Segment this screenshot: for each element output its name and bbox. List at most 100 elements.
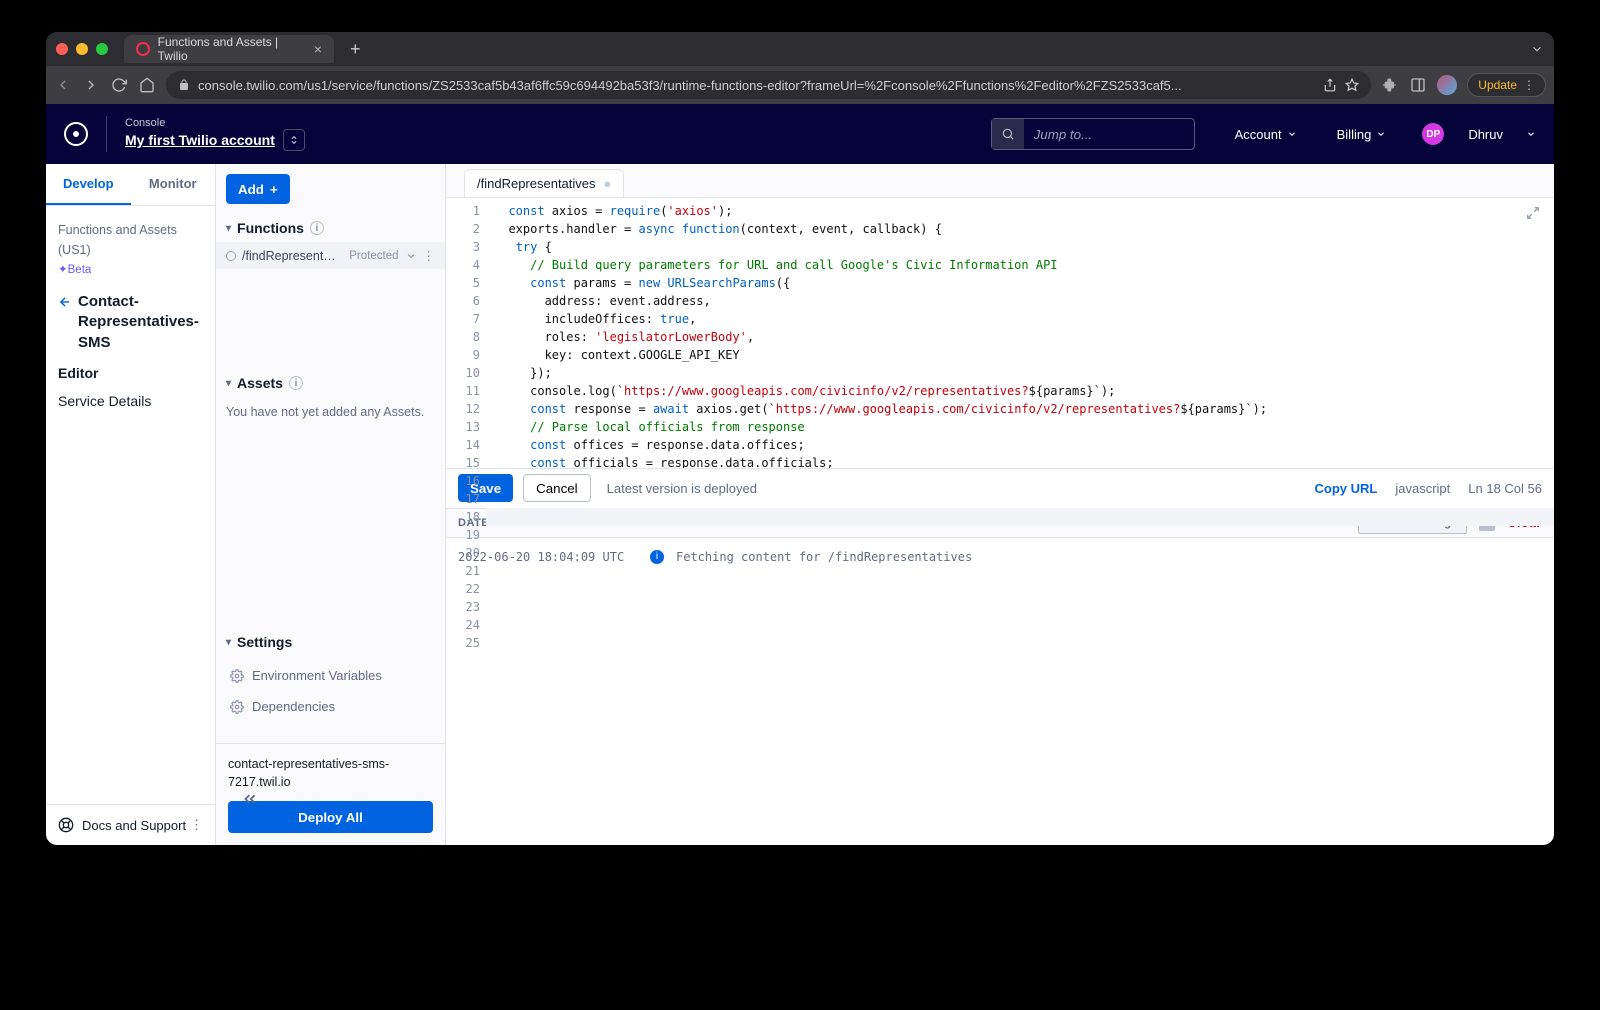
account-menu[interactable]: Account: [1235, 127, 1297, 142]
nav-forward-icon[interactable]: [82, 76, 100, 94]
nav-item-service-details[interactable]: Service Details: [58, 393, 203, 409]
browser-menu-icon[interactable]: ⋮: [1523, 78, 1535, 92]
update-label: Update: [1478, 78, 1517, 92]
editor-column: /findRepresentatives ● 12345678910111213…: [446, 164, 1554, 845]
console-label: Console: [125, 117, 305, 129]
resource-panel: Add+ ▾ Functions i /findRepresent… Prote…: [216, 164, 446, 845]
app-header: Console My first Twilio account Account …: [46, 104, 1554, 164]
new-tab-button[interactable]: +: [342, 39, 369, 60]
language-label: javascript: [1395, 481, 1450, 496]
nav-back-icon[interactable]: [54, 76, 72, 94]
window-controls: [56, 43, 108, 55]
tab-monitor[interactable]: Monitor: [131, 164, 216, 205]
maximize-window-button[interactable]: [96, 43, 108, 55]
browser-tab-title: Functions and Assets | Twilio: [158, 35, 306, 63]
logs-empty-space: [446, 576, 1554, 846]
service-url: contact-representatives-sms-7217.twil.io: [228, 756, 433, 791]
log-timestamp: 2022-06-20 18:04:09 UTC: [458, 548, 638, 566]
info-icon: i: [650, 550, 664, 564]
left-nav: Develop Monitor Functions and Assets (US…: [46, 164, 216, 845]
settings-section-header[interactable]: ▾ Settings: [216, 628, 445, 656]
assets-section-header[interactable]: ▾ Assets i: [216, 369, 445, 397]
cursor-position: Ln 18 Col 56: [1468, 481, 1542, 496]
browser-toolbar: console.twilio.com/us1/service/functions…: [46, 66, 1554, 104]
side-panel-icon[interactable]: [1409, 76, 1427, 94]
code-editor[interactable]: 1234567891011121314151617181920212223242…: [446, 198, 1554, 468]
cancel-button[interactable]: Cancel: [523, 474, 591, 502]
function-visibility: Protected: [349, 250, 398, 262]
nav-body: Functions and Assets (US1) ✦Beta Contact…: [46, 206, 215, 804]
functions-section-header[interactable]: ▾ Functions i: [216, 214, 445, 242]
lock-icon: [178, 79, 190, 91]
workspace: Develop Monitor Functions and Assets (US…: [46, 164, 1554, 845]
user-name-label: Dhruv: [1468, 127, 1503, 142]
function-name: /findRepresent…: [242, 249, 343, 263]
lifesaver-icon: [58, 817, 74, 833]
share-icon[interactable]: [1323, 78, 1337, 92]
profile-avatar-icon[interactable]: [1437, 75, 1457, 95]
jump-to-search[interactable]: [991, 118, 1195, 150]
twilio-favicon-icon: [136, 42, 150, 56]
service-name: Contact-Representatives-SMS: [78, 292, 203, 353]
home-icon[interactable]: [138, 76, 156, 94]
twilio-logo-icon[interactable]: [64, 122, 88, 146]
function-item[interactable]: /findRepresent… Protected ⋮: [216, 242, 445, 269]
kebab-menu-icon[interactable]: ⋮: [423, 248, 436, 263]
gear-icon: [230, 700, 244, 714]
collapse-panel-icon[interactable]: [241, 790, 259, 835]
sparkle-icon: ✦: [58, 264, 68, 276]
file-tab-findrepresentatives[interactable]: /findRepresentatives ●: [464, 169, 624, 197]
log-message: Fetching content for /findRepresentative…: [676, 548, 972, 566]
info-icon[interactable]: i: [310, 221, 324, 235]
nav-footer: Docs and Support ⋮: [46, 804, 215, 845]
service-breadcrumb[interactable]: Contact-Representatives-SMS: [58, 292, 203, 353]
nav-item-editor[interactable]: Editor: [58, 365, 203, 381]
extensions-icon[interactable]: [1381, 76, 1399, 94]
chevron-down-icon: ▾: [226, 637, 231, 648]
add-button[interactable]: Add+: [226, 174, 290, 204]
plus-icon: +: [270, 182, 278, 197]
close-window-button[interactable]: [56, 43, 68, 55]
file-tabs: /findRepresentatives ●: [446, 164, 1554, 198]
deploy-status-text: Latest version is deployed: [607, 481, 757, 496]
log-row: 2022-06-20 18:04:09 UTC i Fetching conte…: [446, 538, 1554, 576]
address-bar[interactable]: console.twilio.com/us1/service/functions…: [166, 71, 1371, 99]
line-number-gutter: 1234567891011121314151617181920212223242…: [446, 198, 486, 468]
info-icon[interactable]: i: [289, 376, 303, 390]
header-divider: [106, 116, 107, 152]
copy-url-link[interactable]: Copy URL: [1315, 481, 1378, 496]
reload-icon[interactable]: [110, 76, 128, 94]
code-content[interactable]: const axios = require('axios'); exports.…: [486, 198, 1554, 468]
expand-tabs-icon[interactable]: [1530, 42, 1544, 56]
account-block: Console My first Twilio account: [125, 117, 305, 151]
tab-develop[interactable]: Develop: [46, 164, 131, 205]
browser-titlebar: Functions and Assets | Twilio × +: [46, 32, 1554, 66]
browser-tab[interactable]: Functions and Assets | Twilio ×: [124, 35, 334, 63]
user-avatar[interactable]: DP: [1422, 123, 1444, 145]
url-text: console.twilio.com/us1/service/functions…: [198, 78, 1315, 93]
assets-empty-text: You have not yet added any Assets.: [216, 397, 445, 427]
minimize-window-button[interactable]: [76, 43, 88, 55]
kebab-menu-icon[interactable]: ⋮: [190, 817, 203, 833]
chevron-down-icon: ▾: [226, 223, 231, 234]
active-line-highlight: [486, 508, 1554, 526]
account-switcher-icon[interactable]: [283, 129, 305, 151]
user-menu-chevron-icon[interactable]: [1526, 129, 1536, 139]
settings-dependencies[interactable]: Dependencies: [216, 691, 445, 722]
search-input[interactable]: [1024, 127, 1194, 142]
back-arrow-icon: [58, 295, 72, 309]
search-icon[interactable]: [992, 119, 1024, 149]
editor-action-bar: Save Cancel Latest version is deployed C…: [446, 468, 1554, 508]
account-name-link[interactable]: My first Twilio account: [125, 132, 275, 148]
billing-menu[interactable]: Billing: [1337, 127, 1387, 142]
chevron-down-icon[interactable]: [405, 250, 417, 262]
update-button[interactable]: Update ⋮: [1467, 73, 1546, 97]
bookmark-star-icon[interactable]: [1345, 78, 1359, 92]
settings-env-vars[interactable]: Environment Variables: [216, 660, 445, 691]
breadcrumb-parent[interactable]: Functions and Assets (US1): [58, 220, 203, 260]
chevron-down-icon: ▾: [226, 378, 231, 389]
twilio-console-app: Console My first Twilio account Account …: [46, 104, 1554, 845]
beta-badge: ✦Beta: [58, 262, 203, 276]
docs-support-link[interactable]: Docs and Support: [58, 817, 186, 833]
close-tab-icon[interactable]: ×: [314, 41, 322, 57]
